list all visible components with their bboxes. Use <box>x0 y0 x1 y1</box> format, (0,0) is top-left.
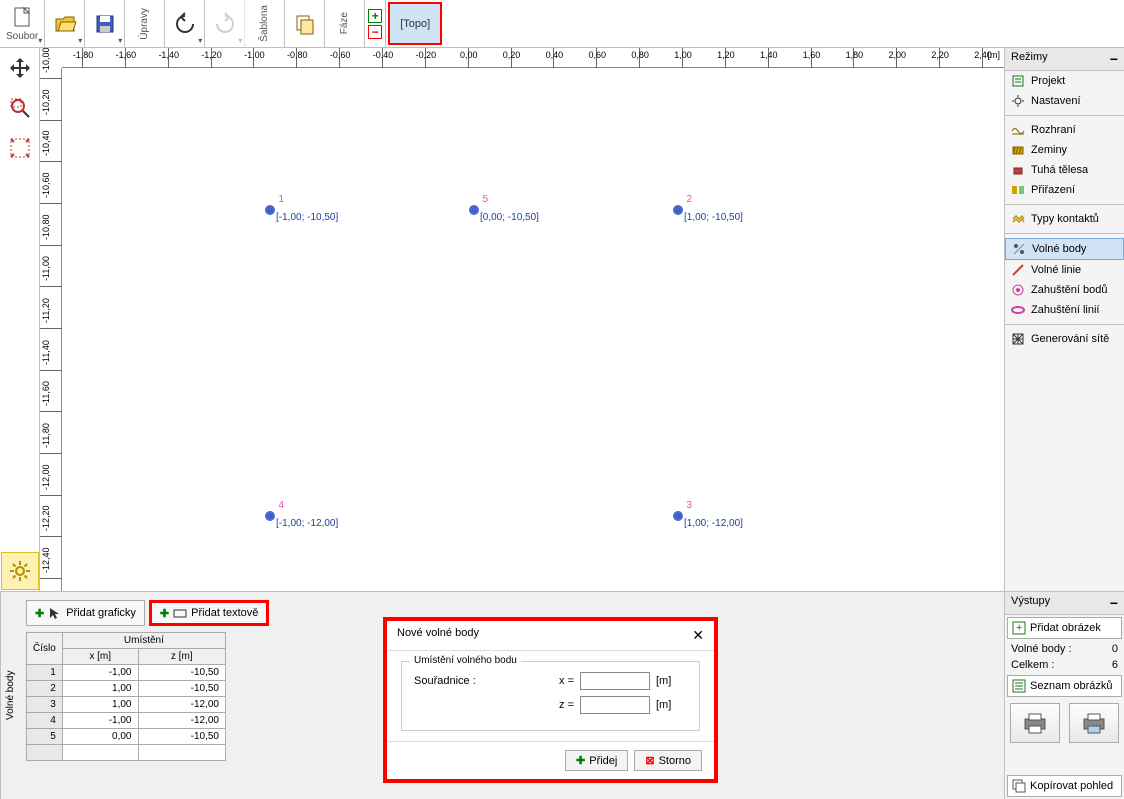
bottom-tab-label: Volné body <box>0 592 18 799</box>
new-points-dialog: Nové volné body ✕ Umístění volného bodu … <box>383 617 718 783</box>
top-toolbar: Soubor ▾ ▾ ▾ Úpravy ▾ ▾ Šablona Fáze + −… <box>0 0 1124 48</box>
file-save-button[interactable]: ▾ <box>85 0 125 47</box>
kontakty-icon <box>1011 212 1025 226</box>
print-button-1[interactable] <box>1010 703 1060 743</box>
table-row[interactable]: 4-1,00-12,00 <box>27 713 226 729</box>
modes-panel: Režimy − ProjektNastavení RozhraníZeminyTu… <box>1004 48 1124 591</box>
undo-button[interactable]: ▾ <box>165 0 205 47</box>
zahlinii-icon <box>1011 303 1025 317</box>
z-input[interactable] <box>580 696 650 714</box>
image-plus-icon: + <box>1012 621 1026 635</box>
nastaveni-icon <box>1011 94 1025 108</box>
table-row[interactable]: 50,00-10,50 <box>27 729 226 745</box>
fit-tool[interactable] <box>1 129 39 167</box>
mode-tuha[interactable]: Tuhá tělesa <box>1005 160 1124 180</box>
add-graficky-button[interactable]: ✚ Přidat graficky <box>26 600 145 626</box>
template-button[interactable]: Šablona <box>245 0 285 47</box>
mode-prirazeni[interactable]: Přiřazení <box>1005 180 1124 200</box>
collapse-icon[interactable]: − <box>1110 595 1118 611</box>
table-row[interactable]: 1-1,00-10,50 <box>27 665 226 681</box>
edit-button[interactable]: Úpravy <box>125 0 165 47</box>
mode-rozhrani[interactable]: Rozhraní <box>1005 120 1124 140</box>
plus-icon: ✚ <box>576 754 585 767</box>
projekt-icon <box>1011 74 1025 88</box>
point-1[interactable]: 1[-1,00; -10,50] <box>266 206 274 214</box>
image-list-button[interactable]: Seznam obrázků <box>1007 675 1122 697</box>
file-open-button[interactable]: ▾ <box>45 0 85 47</box>
mode-zahlinii[interactable]: Zahuštění linií <box>1005 300 1124 320</box>
phase-plus-icon[interactable]: + <box>368 9 382 23</box>
copy-icon <box>1012 779 1026 793</box>
plus-icon: ✚ <box>160 607 169 620</box>
mode-zeminy[interactable]: Zeminy <box>1005 140 1124 160</box>
phase-button[interactable]: Fáze <box>325 0 365 47</box>
point-5[interactable]: 5[0,00; -10,50] <box>470 206 478 214</box>
canvas-area: -1,80-1,60-1,40-1,20-1,00-0,80-0,60-0,40… <box>40 48 1004 591</box>
x-input[interactable] <box>580 672 650 690</box>
cursor-icon <box>48 606 62 620</box>
keyboard-icon <box>173 606 187 620</box>
phase-minus-icon[interactable]: − <box>368 25 382 39</box>
add-image-button[interactable]: + Přidat obrázek <box>1007 617 1122 639</box>
mode-projekt[interactable]: Projekt <box>1005 71 1124 91</box>
printer-icon <box>1080 711 1108 735</box>
file-new-button[interactable]: Soubor ▾ <box>0 0 45 47</box>
phase-plus-minus: + − <box>365 0 386 47</box>
tuha-icon <box>1011 163 1025 177</box>
collapse-icon[interactable]: − <box>1110 51 1118 67</box>
storno-button[interactable]: ⊠ Storno <box>634 750 702 771</box>
redo-button[interactable]: ▾ <box>205 0 245 47</box>
mode-kontakty[interactable]: Typy kontaktů <box>1005 209 1124 229</box>
modes-header: Režimy <box>1011 51 1048 67</box>
vertical-ruler: -10,00-10,20-10,40-10,60-10,80-11,00-11,… <box>40 68 62 591</box>
mode-zahbodu[interactable]: Zahuštění bodů <box>1005 280 1124 300</box>
zahbodu-icon <box>1011 283 1025 297</box>
mode-volnelinie[interactable]: Volné linie <box>1005 260 1124 280</box>
volnelinie-icon <box>1011 263 1025 277</box>
svg-text:+: + <box>1016 622 1022 634</box>
copy-view-button[interactable]: Kopírovat pohled <box>1007 775 1122 797</box>
table-row[interactable]: 31,00-12,00 <box>27 697 226 713</box>
left-tool-palette <box>0 48 40 591</box>
drawing-canvas[interactable]: 1[-1,00; -10,50] 5[0,00; -10,50] 2[1,00; -… <box>62 68 1004 591</box>
mode-gensite[interactable]: Generování sítě <box>1005 329 1124 349</box>
cancel-icon: ⊠ <box>645 754 654 767</box>
points-table[interactable]: ČísloUmístěníx [m]z [m]1-1,00-10,5021,00… <box>26 632 226 761</box>
prirazeni-icon <box>1011 183 1025 197</box>
outputs-panel: Výstupy− + Přidat obrázek Volné body :0 … <box>1004 592 1124 799</box>
horizontal-ruler: -1,80-1,60-1,40-1,20-1,00-0,80-0,60-0,40… <box>62 48 1004 68</box>
printer-icon <box>1021 711 1049 735</box>
volnebody-icon <box>1012 242 1026 256</box>
copy-button[interactable] <box>285 0 325 47</box>
point-2[interactable]: 2[1,00; -10,50] <box>674 206 682 214</box>
print-button-2[interactable] <box>1069 703 1119 743</box>
zoom-tool[interactable] <box>1 89 39 127</box>
pridej-button[interactable]: ✚ Přidej <box>565 750 628 771</box>
zeminy-icon <box>1011 143 1025 157</box>
mode-nastaveni[interactable]: Nastavení <box>1005 91 1124 111</box>
pan-tool[interactable] <box>1 49 39 87</box>
topo-button[interactable]: [Topo] <box>388 2 442 45</box>
point-3[interactable]: 3[1,00; -12,00] <box>674 512 682 520</box>
table-row[interactable]: 21,00-10,50 <box>27 681 226 697</box>
dialog-title: Nové volné body <box>397 627 479 644</box>
list-icon <box>1012 679 1026 693</box>
close-icon[interactable]: ✕ <box>692 627 704 644</box>
plus-icon: ✚ <box>35 607 44 620</box>
point-4[interactable]: 4[-1,00; -12,00] <box>266 512 274 520</box>
mode-volnebody[interactable]: Volné body <box>1005 238 1124 260</box>
rozhrani-icon <box>1011 123 1025 137</box>
outputs-header: Výstupy <box>1011 595 1050 611</box>
gensite-icon <box>1011 332 1025 346</box>
add-textove-button[interactable]: ✚ Přidat textově <box>149 600 269 626</box>
settings-tool[interactable] <box>1 552 39 590</box>
soubor-label: Soubor <box>6 31 38 42</box>
